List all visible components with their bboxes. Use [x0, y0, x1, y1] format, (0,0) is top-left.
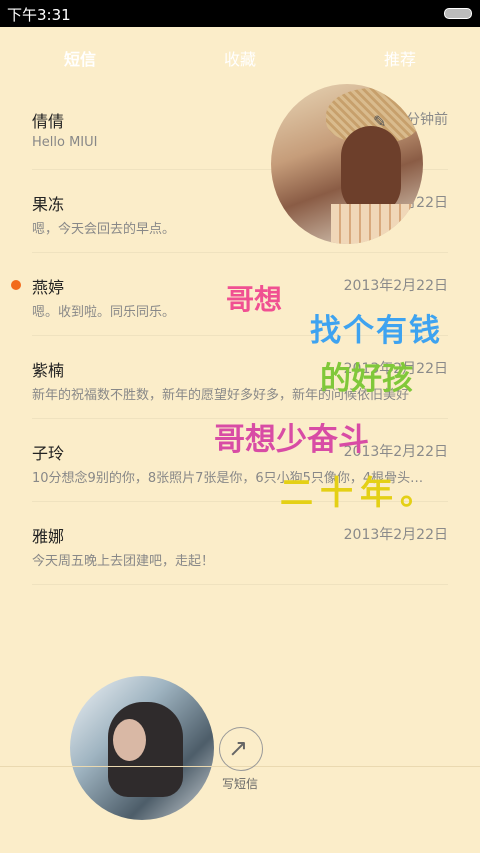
contact-name: 燕婷 [32, 278, 65, 297]
overlay-line-3: 的好孩 [320, 361, 413, 397]
message-time: 2013年2月22日 [343, 278, 448, 294]
face-shape [113, 719, 146, 761]
tab-recommend[interactable]: 推荐 [350, 46, 450, 70]
battery-icon [444, 8, 472, 19]
tab-favorites[interactable]: 收藏 [190, 46, 290, 70]
message-snippet: 今天周五晚上去团建吧，走起！ [32, 554, 215, 569]
contact-name: 果冻 [32, 195, 65, 214]
overlay-line-4: 哥想少奋斗 [214, 422, 369, 458]
compose-icon: ↗ [228, 734, 249, 762]
contact-name: 紫楠 [32, 361, 65, 380]
unread-indicator [11, 280, 21, 290]
overlay-line-5: 二十年。 [280, 473, 440, 512]
top-tabs: 短信 收藏 推荐 [0, 27, 480, 87]
shirt-shape [331, 204, 421, 244]
contact-name: 雅娜 [32, 527, 65, 546]
tab-messages[interactable]: 短信 [30, 46, 130, 70]
status-bar: 下午3:31 [0, 0, 480, 27]
contact-name: 倩倩 [32, 112, 65, 131]
avatar-photo-bottom [70, 676, 214, 820]
compose-button[interactable]: ↗ [219, 727, 263, 771]
contact-name: 子玲 [32, 444, 65, 463]
list-item[interactable]: 雅娜 2013年2月22日 今天周五晚上去团建吧，走起！ [32, 502, 448, 585]
hair-shape [341, 126, 401, 216]
message-time: 2013年2月22日 [343, 527, 448, 543]
avatar-photo-top [271, 84, 423, 244]
status-time: 下午3:31 [7, 6, 71, 24]
overlay-line-2: 找个有钱 [310, 313, 442, 349]
overlay-line-1: 哥想 [226, 283, 283, 316]
compose-label: 写短信 [221, 777, 258, 791]
pencil-icon: ✎ [373, 112, 387, 131]
